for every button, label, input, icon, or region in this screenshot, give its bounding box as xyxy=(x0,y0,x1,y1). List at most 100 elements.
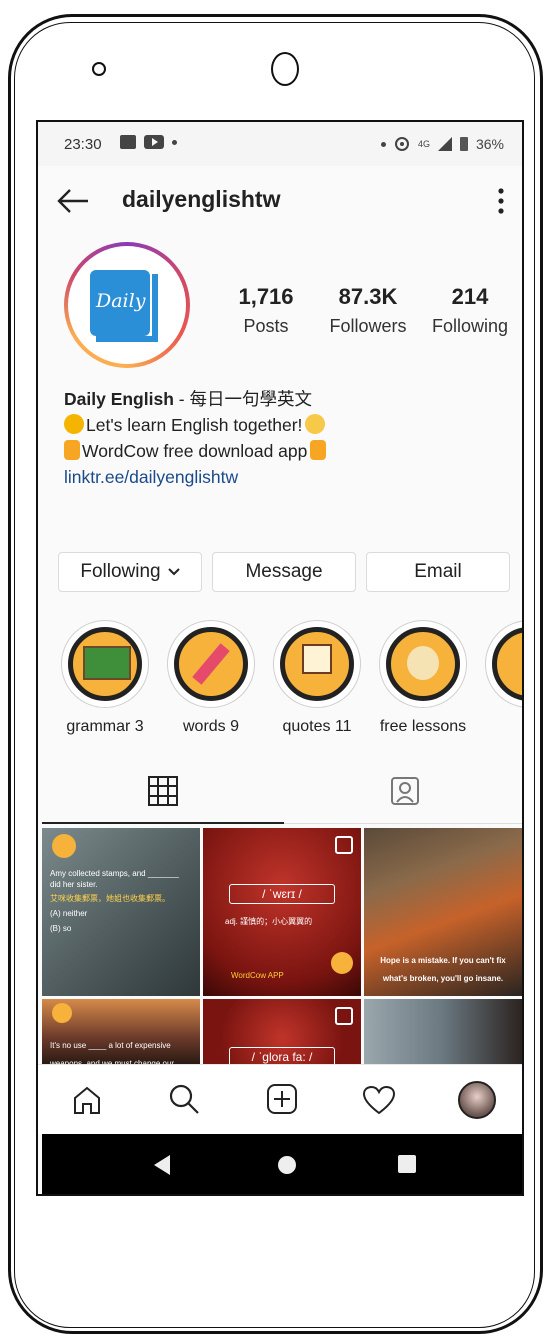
battery-percent: 36% xyxy=(475,136,504,152)
post-text: (A) neither xyxy=(50,909,88,918)
following-button[interactable]: Following xyxy=(58,552,202,592)
post-thumbnail[interactable]: / ˈwɛrɪ / adj. 謹慎的；小心翼翼的 WordCow APP xyxy=(203,828,361,996)
quote-frame-icon xyxy=(280,627,354,701)
stat-label: Posts xyxy=(243,316,289,336)
profile-actions: Following Message Email xyxy=(58,552,510,592)
cat-emoji-icon xyxy=(64,414,84,434)
signal-icon xyxy=(437,137,452,151)
home-icon[interactable] xyxy=(72,1085,102,1115)
post-text: Amy collected stamps, and _______ xyxy=(50,869,179,878)
message-button-label: Message xyxy=(245,561,323,582)
post-thumbnail[interactable] xyxy=(364,999,522,1064)
profile-username: dailyenglishtw xyxy=(122,186,281,212)
active-tab-indicator xyxy=(42,822,284,824)
profile-tabs xyxy=(38,756,522,826)
gallery-notification-icon xyxy=(120,135,136,149)
profile-avatar[interactable]: Daily xyxy=(64,242,190,368)
profile-stats: 1,716 Posts 87.3K Followers 214 Followin… xyxy=(218,284,518,337)
highlight-label: grammar 3 xyxy=(66,718,144,735)
new-post-icon[interactable] xyxy=(266,1083,298,1115)
bio-name: Daily English xyxy=(64,389,174,409)
post-text: (B) so xyxy=(50,924,72,933)
more-options-icon[interactable] xyxy=(498,188,504,214)
youtube-notification-icon xyxy=(144,135,164,149)
carousel-icon xyxy=(335,836,353,854)
profile-header: dailyenglishtw xyxy=(38,166,522,234)
post-text: adj. 謹慎的；小心翼翼的 xyxy=(225,917,313,926)
highlight-label: w xyxy=(482,718,522,736)
profile-bio: Daily English - 每日一句學英文 Let's learn Engl… xyxy=(64,386,328,490)
tagged-tab-icon[interactable] xyxy=(390,774,420,806)
status-dot-icon xyxy=(380,141,386,147)
search-icon[interactable] xyxy=(168,1083,200,1115)
battery-icon xyxy=(459,137,468,151)
following-button-label: Following xyxy=(80,561,161,582)
highlight-label: words 9 xyxy=(182,718,240,735)
stat-followers[interactable]: 87.3K Followers xyxy=(320,284,416,337)
email-button[interactable]: Email xyxy=(366,552,510,592)
bio-line-2: Let's learn English together! xyxy=(86,415,303,435)
highlight-label: free lessons xyxy=(379,718,467,735)
network-type: 4G xyxy=(417,139,430,149)
grid-tab-icon[interactable] xyxy=(148,776,178,806)
system-back-icon[interactable] xyxy=(152,1154,172,1176)
bio-link[interactable]: linktr.ee/dailyenglishtw xyxy=(64,464,328,490)
post-thumbnail[interactable]: / ˈglora fa: / xyxy=(203,999,361,1064)
highlight-partial[interactable]: w xyxy=(482,620,522,736)
profile-avatar-tab[interactable] xyxy=(458,1081,496,1119)
stat-value: 214 xyxy=(451,284,489,309)
stat-value: 87.3K xyxy=(338,284,398,309)
post-brand: WordCow APP xyxy=(231,971,284,980)
post-text: 艾咪收集郵票，她姐也收集郵票。 xyxy=(50,894,170,903)
post-grid: Amy collected stamps, and _______ did he… xyxy=(42,828,522,1064)
cat-mascot-icon xyxy=(386,627,460,701)
chalkboard-icon xyxy=(68,627,142,701)
chevron-down-icon xyxy=(167,568,180,576)
highlight-label: quotes 11 xyxy=(282,718,352,735)
status-time: 23:30 xyxy=(64,136,102,153)
system-navigation-bar xyxy=(42,1134,522,1194)
highlight-words[interactable]: words 9 xyxy=(164,620,258,736)
story-highlights: grammar 3 words 9 quotes 11 free lessons xyxy=(58,620,522,750)
system-recents-icon[interactable] xyxy=(398,1155,416,1173)
stat-label: Followers xyxy=(329,316,407,336)
pointing-down-emoji-icon xyxy=(310,440,327,460)
highlight-cover-icon xyxy=(492,627,522,701)
highlight-grammar[interactable]: grammar 3 xyxy=(58,620,152,736)
stat-label: Following xyxy=(431,316,509,336)
back-arrow-icon[interactable] xyxy=(56,184,90,218)
cow-mascot-icon xyxy=(52,834,76,858)
more-notifications-icon xyxy=(172,139,177,145)
hotspot-icon xyxy=(394,137,409,151)
post-phonetic: / ˈglora fa: / xyxy=(251,1050,313,1064)
pencil-icon xyxy=(174,627,248,701)
smile-emoji-icon xyxy=(305,414,326,434)
message-button[interactable]: Message xyxy=(212,552,356,592)
carousel-icon xyxy=(335,1007,353,1025)
bottom-navigation xyxy=(38,1064,522,1135)
bio-line-3: WordCow free download app xyxy=(82,441,308,461)
sensor-icon xyxy=(92,62,106,76)
highlight-free-lessons[interactable]: free lessons xyxy=(376,620,470,736)
stat-value: 1,716 xyxy=(238,284,294,309)
post-text: did her sister. xyxy=(50,880,98,889)
post-thumbnail[interactable]: It's no use ____ a lot of expensive weap… xyxy=(42,999,200,1064)
highlight-quotes[interactable]: quotes 11 xyxy=(270,620,364,736)
email-button-label: Email xyxy=(414,561,462,582)
cow-mascot-icon xyxy=(52,1003,72,1023)
heart-icon[interactable] xyxy=(362,1085,396,1115)
pointing-down-emoji-icon xyxy=(64,440,80,460)
front-camera-icon xyxy=(271,52,299,86)
avatar-logo-text: Daily xyxy=(96,290,146,312)
post-phonetic: / ˈwɛrɪ / xyxy=(262,887,302,901)
stat-following[interactable]: 214 Following xyxy=(422,284,518,337)
post-thumbnail[interactable]: Hope is a mistake. If you can't fix what… xyxy=(364,828,522,996)
bio-name-suffix: - 每日一句學英文 xyxy=(173,389,312,409)
post-thumbnail[interactable]: Amy collected stamps, and _______ did he… xyxy=(42,828,200,996)
stat-posts[interactable]: 1,716 Posts xyxy=(218,284,314,337)
screen: 23:30 4G 36% dailyenglishtw Daily 1,716 … xyxy=(36,120,524,1196)
status-bar: 23:30 4G 36% xyxy=(38,122,522,166)
post-quote: Hope is a mistake. If you can't fix what… xyxy=(380,956,506,983)
system-home-icon[interactable] xyxy=(278,1156,296,1174)
cow-mascot-icon xyxy=(331,952,353,974)
